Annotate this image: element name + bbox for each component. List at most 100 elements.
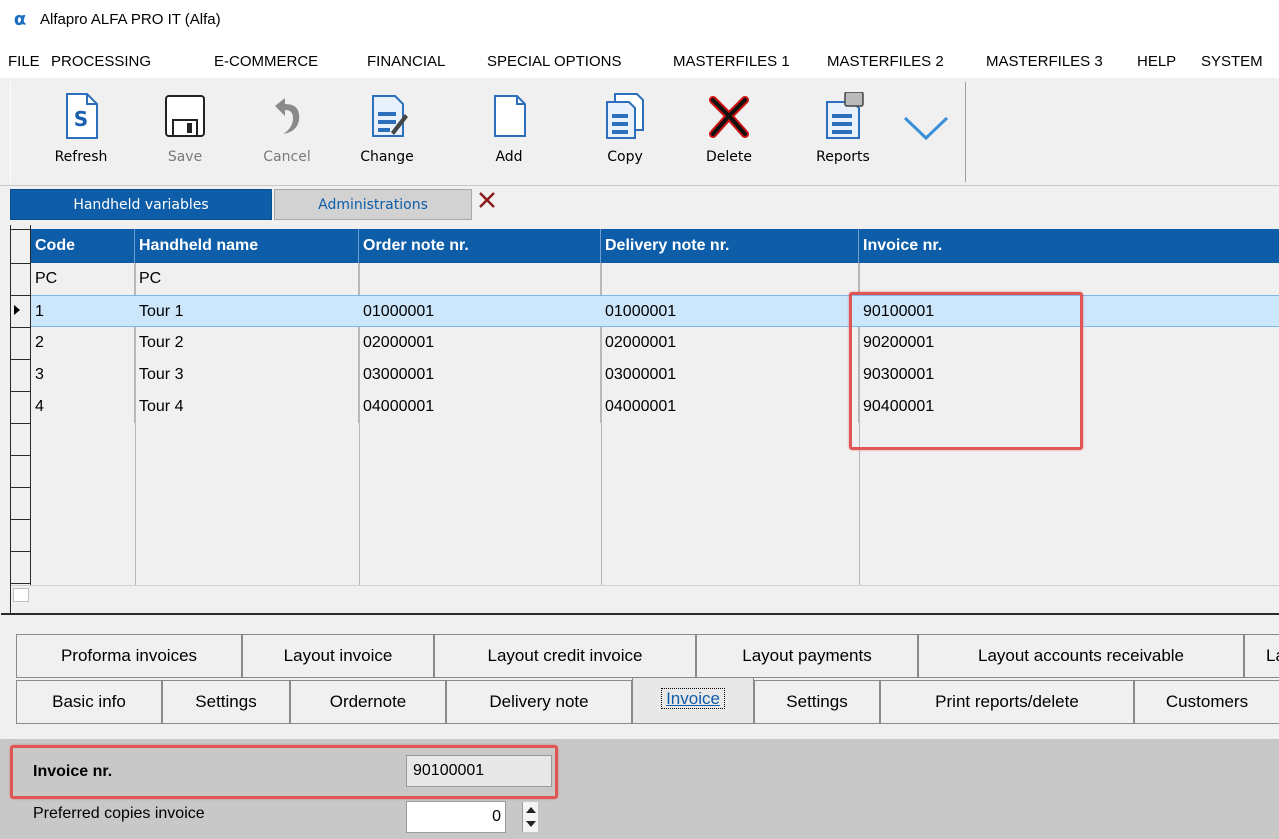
tab-basic-info[interactable]: Basic info: [16, 680, 162, 724]
window-title: Alfapro ALFA PRO IT (Alfa): [40, 11, 221, 28]
module-tab-strip: Handheld variables Administrations: [0, 185, 1279, 225]
refresh-button[interactable]: S Refresh: [39, 82, 123, 182]
menu-ecommerce[interactable]: E-COMMERCE: [214, 53, 318, 70]
menu-help[interactable]: HELP: [1137, 53, 1176, 70]
add-button[interactable]: Add: [467, 82, 551, 182]
row-marker: [11, 455, 31, 456]
table-row[interactable]: 2 Tour 2 02000001 02000001 90200001: [31, 327, 1279, 359]
tab-print-reports-delete[interactable]: Print reports/delete: [880, 680, 1134, 724]
cell-code: 1: [35, 303, 44, 320]
copy-button[interactable]: Copy: [583, 82, 667, 182]
cell-delivery-note-nr: 03000001: [601, 359, 859, 391]
stepper-down-icon[interactable]: [526, 821, 536, 827]
tab-delivery-note[interactable]: Delivery note: [446, 680, 632, 724]
menu-masterfiles-1[interactable]: MASTERFILES 1: [673, 53, 790, 70]
row-marker: [11, 391, 31, 392]
change-button[interactable]: Change: [345, 82, 429, 182]
menu-special-options[interactable]: SPECIAL OPTIONS: [487, 53, 621, 70]
cell-order-note-nr: 04000001: [359, 391, 601, 423]
refresh-icon: S: [66, 93, 98, 139]
save-button[interactable]: Save: [143, 82, 227, 182]
menu-financial[interactable]: FINANCIAL: [367, 53, 445, 70]
tab-settings[interactable]: Settings: [162, 680, 290, 724]
tab-layout-accounts-receivable[interactable]: Layout accounts receivable: [918, 634, 1244, 678]
current-row-arrow-icon: [14, 305, 20, 315]
menu-system[interactable]: SYSTEM: [1201, 53, 1263, 70]
tab-layout-credit-invoice[interactable]: Layout credit invoice: [434, 634, 696, 678]
tab-layout-payments[interactable]: Layout payments: [696, 634, 918, 678]
stepper-up-icon[interactable]: [526, 807, 536, 813]
cell-order-note-nr: [359, 263, 601, 295]
detail-area: Proforma invoices Layout invoice Layout …: [0, 615, 1279, 839]
change-label: Change: [360, 149, 414, 165]
add-label: Add: [495, 149, 523, 165]
cell-code: 3: [31, 359, 135, 391]
svg-text:S: S: [74, 107, 88, 131]
tab-customers[interactable]: Customers: [1134, 680, 1279, 724]
column-header-handheld-name[interactable]: Handheld name: [135, 229, 359, 263]
printer-report-icon: [826, 92, 864, 139]
cell-handheld-name: Tour 3: [135, 359, 359, 391]
save-icon: [165, 95, 205, 137]
row-marker: [11, 487, 31, 488]
tab-layout-more[interactable]: La: [1244, 634, 1279, 678]
annotation-highlight-invoice-column: [849, 292, 1083, 450]
cell-delivery-note-nr: [601, 263, 859, 295]
cell-delivery-note-nr: 02000001: [601, 327, 859, 359]
tab-layout-invoice[interactable]: Layout invoice: [242, 634, 434, 678]
table-row[interactable]: 3 Tour 3 03000001 03000001 90300001: [31, 359, 1279, 391]
svg-text:α: α: [14, 9, 26, 29]
tab-handheld-variables[interactable]: Handheld variables: [10, 189, 272, 220]
column-header-delivery-note-nr[interactable]: Delivery note nr.: [601, 229, 859, 263]
cell-code: PC: [31, 263, 135, 295]
tab-ordernote[interactable]: Ordernote: [290, 680, 446, 724]
cell-order-note-nr: 01000001: [363, 303, 435, 320]
tab-settings-2[interactable]: Settings: [754, 680, 880, 724]
delete-button[interactable]: Delete: [687, 82, 771, 182]
reports-button[interactable]: Reports: [801, 82, 885, 182]
row-marker: [11, 519, 31, 520]
menu-masterfiles-3[interactable]: MASTERFILES 3: [986, 53, 1103, 70]
column-header-order-note-nr[interactable]: Order note nr.: [359, 229, 601, 263]
alpha-logo-icon: α: [10, 9, 30, 29]
menu-file[interactable]: FILE: [8, 53, 40, 70]
horizontal-scrollbar[interactable]: [11, 585, 1279, 603]
tab-invoice[interactable]: Invoice: [632, 677, 754, 724]
row-marker: [11, 583, 31, 584]
table-row[interactable]: 4 Tour 4 04000001 04000001 90400001: [31, 391, 1279, 423]
cell-order-note-nr: 03000001: [359, 359, 601, 391]
chevron-down-icon[interactable]: [901, 108, 951, 148]
row-marker: [11, 423, 31, 424]
preferred-copies-stepper[interactable]: 0: [406, 801, 506, 833]
annotation-highlight-invoice-field: [10, 745, 558, 799]
column-header-code[interactable]: Code: [31, 229, 135, 263]
cancel-label: Cancel: [263, 149, 311, 165]
tab-proforma-invoices[interactable]: Proforma invoices: [16, 634, 242, 678]
close-tab-icon[interactable]: [476, 189, 498, 211]
save-label: Save: [167, 149, 203, 165]
row-marker: [11, 263, 31, 264]
row-marker: [11, 229, 31, 230]
row-marker: [11, 359, 31, 360]
cell-handheld-name: PC: [135, 263, 359, 295]
cell-handheld-name: Tour 1: [139, 303, 184, 320]
cancel-button[interactable]: Cancel: [245, 82, 329, 182]
table-row[interactable]: PC PC: [31, 263, 1279, 295]
copy-icon: [606, 93, 644, 139]
undo-icon: [275, 98, 300, 134]
cell-code: 2: [31, 327, 135, 359]
menu-processing[interactable]: PROCESSING: [51, 53, 151, 70]
cell-delivery-note-nr: 04000001: [601, 391, 859, 423]
refresh-label: Refresh: [54, 149, 108, 165]
copy-label: Copy: [607, 149, 643, 165]
column-header-invoice-nr[interactable]: Invoice nr.: [859, 229, 1279, 263]
grid-header: Code Handheld name Order note nr. Delive…: [31, 229, 1279, 263]
cell-invoice-nr: [859, 263, 1279, 295]
scroll-left-icon[interactable]: [13, 588, 29, 602]
reports-label: Reports: [816, 149, 870, 165]
edit-document-icon: [372, 95, 408, 137]
table-row-selected[interactable]: 1 Tour 1 01000001 01000001 90100001: [31, 295, 1279, 327]
menu-masterfiles-2[interactable]: MASTERFILES 2: [827, 53, 944, 70]
stepper-buttons[interactable]: [522, 802, 538, 832]
tab-administrations[interactable]: Administrations: [274, 189, 472, 220]
